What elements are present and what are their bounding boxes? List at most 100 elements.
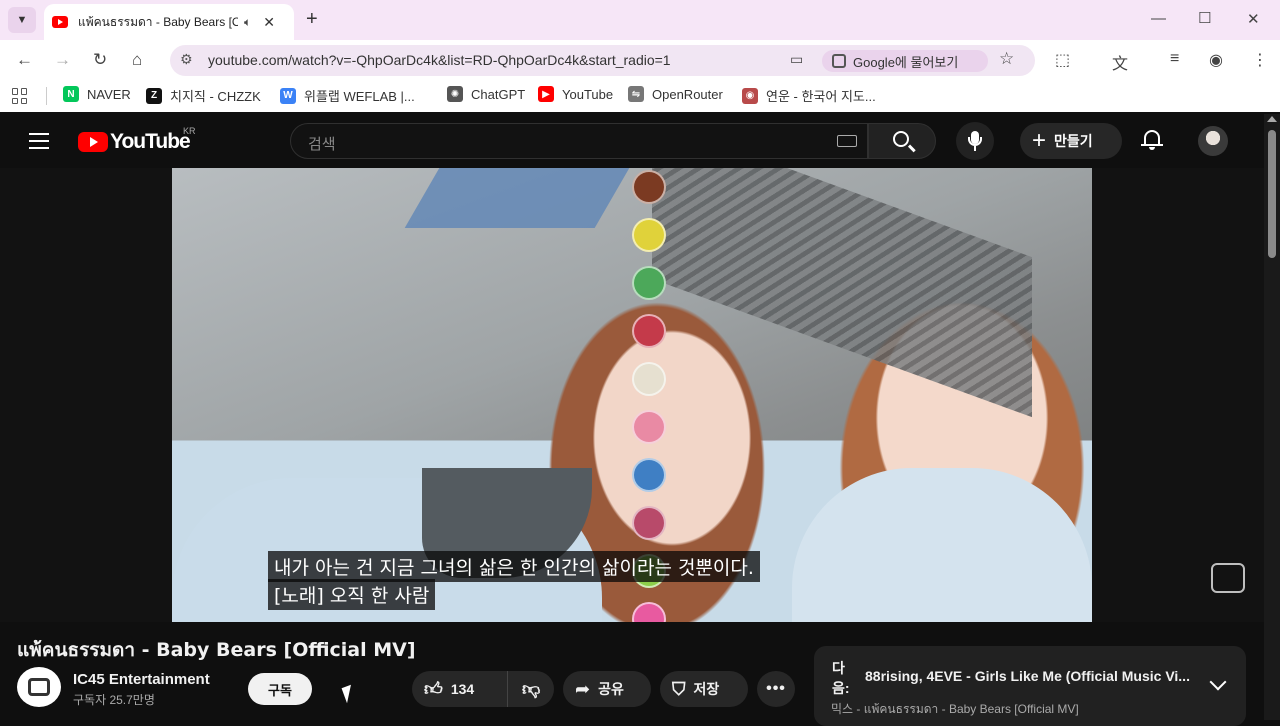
bookmark-favicon-icon: Z (146, 87, 162, 104)
search-box[interactable]: 검색 (290, 123, 868, 159)
google-lens-icon (832, 54, 846, 68)
up-next-title[interactable]: 88rising, 4EVE - Girls Like Me (Official… (865, 668, 1190, 684)
share-arrow-icon: ➦ (575, 678, 591, 699)
more-actions-button[interactable]: ••• (757, 671, 795, 707)
home-icon[interactable]: ⌂ (132, 50, 142, 70)
bookmark-item[interactable]: ✺ ChatGPT (447, 86, 525, 102)
save-button[interactable]: ⛉ 저장 (660, 671, 748, 707)
create-label: 만들기 (1054, 133, 1093, 149)
notifications-bell-icon[interactable] (1141, 128, 1163, 152)
speaker-icon[interactable]: 🔈︎ (244, 15, 251, 30)
region-code: KR (183, 126, 196, 136)
tab-title: แพ้คนธรรมดา - Baby Bears [Official MV] -… (78, 14, 238, 29)
subscriber-count: 구독자 25.7만명 (73, 693, 155, 707)
bookmark-label: NAVER (87, 86, 131, 102)
decorative-button (632, 602, 666, 622)
bookmark-item[interactable]: ▶ YouTube (538, 86, 613, 102)
bookmark-label: 연운 - 한국어 지도... (766, 89, 876, 104)
google-lens-ask-button[interactable]: Google에 물어보기 (822, 50, 988, 72)
browser-tab-active[interactable]: แพ้คนธรรมดา - Baby Bears [Official MV] -… (44, 4, 294, 40)
youtube-logo-text[interactable]: YouTube (110, 130, 191, 154)
bookmark-label: 치지직 - CHZZK (170, 89, 261, 104)
decorative-button (632, 506, 666, 540)
extensions-puzzle-icon[interactable]: ⬚ (1055, 50, 1070, 70)
bookmark-item[interactable]: W 위플랩 WEFLAB |... (280, 86, 415, 105)
site-info-icon[interactable]: ⚙︎ (180, 51, 193, 68)
thumbs-up-icon: 👍︎ (424, 679, 443, 699)
tab-search-chevron-icon[interactable]: ▼ (8, 7, 36, 33)
bookmark-star-icon[interactable]: ☆ (999, 49, 1014, 69)
media-controls-icon[interactable]: ≡ (1170, 50, 1179, 68)
decorative-button (632, 314, 666, 348)
bookmark-favicon-icon: N (63, 86, 79, 102)
browser-menu-icon[interactable]: ⋮ (1252, 50, 1268, 70)
scroll-up-arrow-icon[interactable] (1267, 116, 1277, 122)
share-button[interactable]: ➦ 공유 (563, 671, 651, 707)
keyboard-icon[interactable] (837, 135, 857, 147)
decorative-button (632, 458, 666, 492)
like-count: 134 (450, 681, 475, 697)
up-next-label: 다음: (832, 660, 850, 696)
bookmark-item[interactable]: N NAVER (63, 86, 131, 102)
google-ask-label: Google에 물어보기 (853, 54, 959, 70)
bookmark-favicon-icon: ◉ (742, 87, 758, 104)
save-label: 저장 (693, 681, 720, 697)
channel-watermark-icon (1211, 563, 1245, 593)
back-arrow-icon[interactable]: ← (16, 50, 33, 70)
like-button[interactable]: 👍︎ 134 (412, 671, 508, 707)
create-button[interactable]: + 만들기 (1020, 123, 1122, 159)
apps-grid-icon[interactable] (12, 88, 28, 104)
mouse-cursor-icon (341, 684, 357, 704)
voice-search-button[interactable] (956, 122, 994, 160)
address-url[interactable]: youtube.com/watch?v=-QhpOarDc4k&list=RD-… (208, 52, 671, 68)
hamburger-menu-icon[interactable] (29, 133, 49, 154)
bookmark-favicon-icon: ✺ (447, 86, 463, 102)
dislike-button[interactable]: 👎︎ (508, 678, 540, 700)
decorative-button (632, 170, 666, 204)
subscribe-button[interactable]: 구독 (248, 673, 312, 705)
profile-icon[interactable]: ◉ (1209, 50, 1223, 70)
bookmark-item[interactable]: Z 치지직 - CHZZK (146, 86, 261, 105)
minimize-icon[interactable]: — (1151, 10, 1166, 27)
install-app-icon[interactable]: ▭ (790, 51, 803, 68)
up-next-card[interactable]: 다음: 88rising, 4EVE - Girls Like Me (Offi… (814, 646, 1246, 726)
search-button[interactable] (868, 123, 936, 159)
user-avatar[interactable] (1198, 126, 1228, 156)
decorative-button (632, 410, 666, 444)
forward-arrow-icon[interactable]: → (54, 50, 71, 70)
youtube-favicon-icon (52, 16, 68, 28)
bookmark-favicon-icon: ▶ (538, 86, 554, 102)
channel-name[interactable]: IC45 Entertainment (73, 671, 210, 688)
youtube-logo-icon[interactable] (78, 132, 108, 152)
bookmark-label: 위플랩 WEFLAB |... (304, 89, 415, 104)
scrollbar-thumb[interactable] (1268, 130, 1276, 258)
maximize-icon[interactable]: ☐ (1198, 9, 1211, 27)
bookmark-item[interactable]: ⇋ OpenRouter (628, 86, 723, 102)
share-label: 공유 (598, 681, 624, 697)
tab-close-icon[interactable]: ✕ (263, 14, 275, 31)
caption-line-1: 내가 아는 건 지금 그녀의 삶은 한 인간의 삶이라는 것뿐이다. (268, 551, 760, 582)
new-tab-plus-icon[interactable]: + (306, 9, 318, 29)
caption-line-2: [노래] 오직 한 사람 (268, 579, 436, 610)
translate-icon[interactable]: 文 (1112, 50, 1128, 74)
decorative-button (632, 218, 666, 252)
bookmark-label: OpenRouter (652, 86, 723, 102)
chevron-down-icon[interactable] (1209, 673, 1227, 691)
search-icon (893, 131, 909, 147)
channel-avatar[interactable] (17, 667, 61, 707)
bookmarks-divider (46, 87, 47, 105)
video-title: แพ้คนธรรมดา - Baby Bears [Official MV] (17, 639, 416, 661)
bookmark-favicon-icon: W (280, 87, 296, 104)
plus-icon: + (1032, 127, 1047, 154)
search-input[interactable]: 검색 (308, 133, 336, 154)
like-dislike-group: 👍︎ 134 👎︎ (412, 671, 554, 707)
bookmark-label: YouTube (562, 86, 614, 102)
bookmark-favicon-icon: ⇋ (628, 86, 644, 102)
reload-icon[interactable]: ↻ (93, 50, 107, 70)
decorative-button (632, 266, 666, 300)
window-close-icon[interactable]: ✕ (1247, 10, 1260, 28)
decorative-button (632, 362, 666, 396)
up-next-mix: 믹스 - แพ้คนธรรมดา - Baby Bears [Official … (831, 702, 1079, 716)
bookmark-item[interactable]: ◉ 연운 - 한국어 지도... (742, 86, 876, 105)
bookmark-label: ChatGPT (471, 86, 526, 102)
